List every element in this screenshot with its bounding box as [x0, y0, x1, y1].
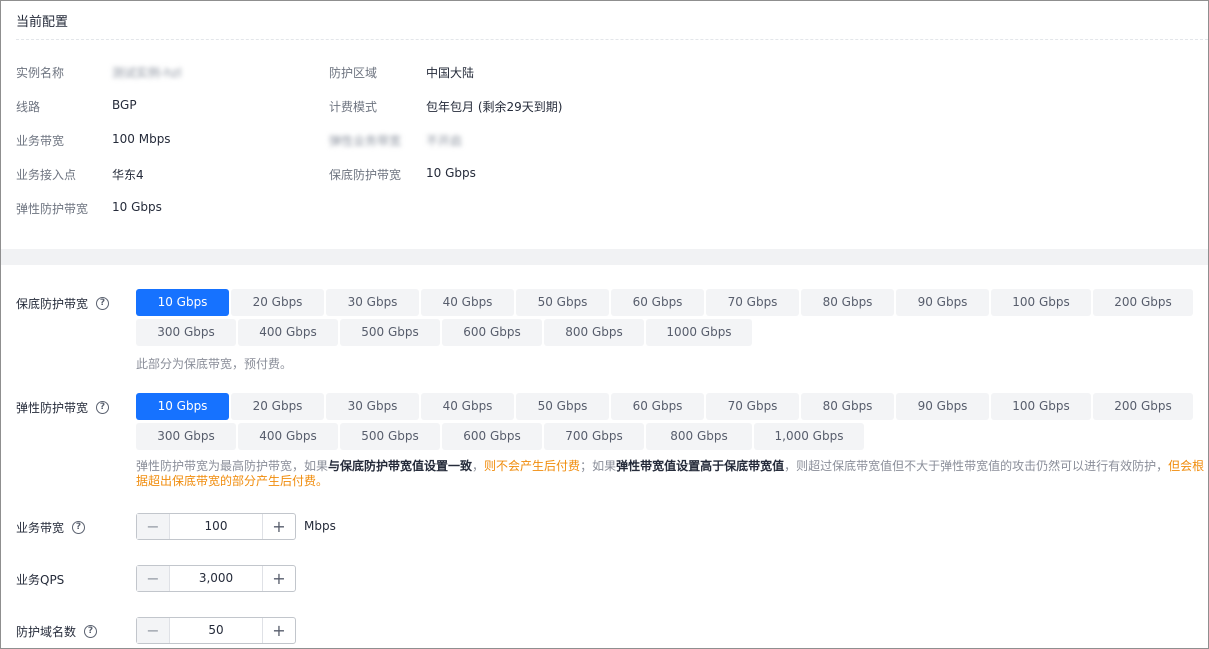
purchase-config-panel: 当前配置 实例名称 测试实例-hzl 线路 BGP 业务带宽 100 Mbps … — [0, 0, 1209, 649]
bandwidth-option[interactable]: 60 Gbps — [611, 289, 704, 316]
label-access-point: 业务接入点 — [16, 168, 77, 182]
bandwidth-option[interactable]: 1,000 Gbps — [754, 423, 864, 450]
bandwidth-option[interactable]: 300 Gbps — [136, 319, 236, 346]
bandwidth-option[interactable]: 50 Gbps — [516, 289, 609, 316]
bandwidth-option[interactable]: 500 Gbps — [340, 319, 440, 346]
value-protection-region: 中国大陆 — [426, 66, 475, 80]
base-bandwidth-label-text: 保底防护带宽 — [16, 297, 89, 311]
qps-input[interactable]: 3,000 — [170, 566, 262, 591]
bandwidth-option[interactable]: 80 Gbps — [801, 393, 894, 420]
base-bandwidth-hint: 此部分为保底带宽，预付费。 — [136, 357, 293, 371]
bandwidth-option[interactable]: 30 Gbps — [326, 289, 419, 316]
base-bandwidth-options-row1: 10 Gbps 20 Gbps 30 Gbps 40 Gbps 50 Gbps 60 Gb… — [136, 289, 1193, 316]
label-business-bandwidth: 业务带宽 — [16, 134, 65, 148]
hint-text: ，则超过保底带宽值但不大于弹性带宽值的攻击仍然可以进行有效防护， — [784, 459, 1169, 473]
bandwidth-option[interactable]: 400 Gbps — [238, 319, 338, 346]
bandwidth-option[interactable]: 600 Gbps — [442, 319, 542, 346]
business-bandwidth-label: 业务带宽 ? — [16, 519, 86, 536]
bandwidth-option[interactable]: 60 Gbps — [611, 393, 704, 420]
bandwidth-option[interactable]: 80 Gbps — [801, 289, 894, 316]
label-elastic-business-bandwidth: 弹性业务带宽 — [329, 134, 402, 148]
business-bandwidth-unit: Mbps — [304, 519, 336, 533]
label-base-bandwidth: 保底防护带宽 — [329, 168, 402, 182]
increment-button[interactable]: + — [262, 618, 295, 643]
help-icon[interactable]: ? — [84, 625, 98, 638]
business-bandwidth-label-text: 业务带宽 — [16, 521, 65, 535]
domains-input[interactable]: 50 — [170, 618, 262, 643]
bandwidth-option[interactable]: 70 Gbps — [706, 393, 799, 420]
domains-label-text: 防护域名数 — [16, 625, 77, 639]
bandwidth-option[interactable]: 400 Gbps — [238, 423, 338, 450]
bandwidth-option[interactable]: 100 Gbps — [991, 289, 1091, 316]
elastic-bandwidth-hint: 弹性防护带宽为最高防护带宽，如果与保底防护带宽值设置一致，则不会产生后付费；如果… — [136, 459, 1208, 489]
bandwidth-option[interactable]: 90 Gbps — [896, 289, 989, 316]
help-icon[interactable]: ? — [72, 521, 86, 534]
bandwidth-option[interactable]: 40 Gbps — [421, 289, 514, 316]
bandwidth-option[interactable]: 90 Gbps — [896, 393, 989, 420]
value-instance-name: 测试实例-hzl — [112, 66, 182, 80]
bandwidth-option[interactable]: 70 Gbps — [706, 289, 799, 316]
value-access-point: 华东4 — [112, 168, 144, 182]
value-elastic-business-bandwidth: 不开启 — [426, 134, 463, 148]
qps-label: 业务QPS — [16, 571, 64, 588]
elastic-bandwidth-options-row1: 10 Gbps 20 Gbps 30 Gbps 40 Gbps 50 Gbps 60 Gb… — [136, 393, 1193, 420]
value-line: BGP — [112, 98, 137, 112]
label-line: 线路 — [16, 100, 41, 114]
bandwidth-option[interactable]: 10 Gbps — [136, 393, 229, 420]
hint-text: ；如果 — [580, 459, 617, 473]
base-bandwidth-options-row2: 300 Gbps 400 Gbps 500 Gbps 600 Gbps 800 Gbps… — [136, 319, 752, 346]
hint-bold: 与保底防护带宽值设置一致 — [328, 459, 473, 473]
business-bandwidth-input[interactable]: 100 — [170, 514, 262, 539]
domains-stepper: − 50 + — [136, 617, 296, 644]
bandwidth-option[interactable]: 600 Gbps — [442, 423, 542, 450]
label-instance-name: 实例名称 — [16, 66, 65, 80]
hint-bold: 弹性带宽值设置高于保底带宽值 — [616, 459, 785, 473]
bandwidth-option[interactable]: 100 Gbps — [991, 393, 1091, 420]
label-elastic-bandwidth: 弹性防护带宽 — [16, 202, 89, 216]
base-bandwidth-label: 保底防护带宽 ? — [16, 295, 110, 312]
bandwidth-option[interactable]: 200 Gbps — [1093, 393, 1193, 420]
elastic-bandwidth-label-text: 弹性防护带宽 — [16, 401, 89, 415]
bandwidth-option[interactable]: 10 Gbps — [136, 289, 229, 316]
elastic-bandwidth-options-row2: 300 Gbps 400 Gbps 500 Gbps 600 Gbps 700 Gbps… — [136, 423, 864, 450]
qps-stepper: − 3,000 + — [136, 565, 296, 592]
decrement-button[interactable]: − — [137, 566, 170, 591]
help-icon[interactable]: ? — [96, 401, 110, 414]
bandwidth-option[interactable]: 20 Gbps — [231, 393, 324, 420]
section-title: 当前配置 — [16, 15, 69, 30]
bandwidth-option[interactable]: 20 Gbps — [231, 289, 324, 316]
value-elastic-bandwidth: 10 Gbps — [112, 200, 162, 214]
bandwidth-option[interactable]: 200 Gbps — [1093, 289, 1193, 316]
increment-button[interactable]: + — [262, 514, 295, 539]
bandwidth-option[interactable]: 800 Gbps — [544, 319, 644, 346]
bandwidth-option[interactable]: 300 Gbps — [136, 423, 236, 450]
domains-label: 防护域名数 ? — [16, 623, 98, 640]
help-icon[interactable]: ? — [96, 297, 110, 310]
decrement-button[interactable]: − — [137, 514, 170, 539]
hint-text: ， — [472, 459, 485, 473]
section-separator — [1, 249, 1208, 265]
value-business-bandwidth: 100 Mbps — [112, 132, 171, 146]
bandwidth-option[interactable]: 800 Gbps — [646, 423, 752, 450]
qps-label-text: 业务QPS — [16, 573, 65, 587]
decrement-button[interactable]: − — [137, 618, 170, 643]
label-billing-mode: 计费模式 — [329, 100, 378, 114]
bandwidth-option[interactable]: 500 Gbps — [340, 423, 440, 450]
bandwidth-option[interactable]: 30 Gbps — [326, 393, 419, 420]
value-base-bandwidth: 10 Gbps — [426, 166, 476, 180]
bandwidth-option[interactable]: 50 Gbps — [516, 393, 609, 420]
hint-text: 弹性防护带宽为最高防护带宽，如果 — [136, 459, 329, 473]
elastic-bandwidth-label: 弹性防护带宽 ? — [16, 399, 110, 416]
business-bandwidth-stepper: − 100 + — [136, 513, 296, 540]
bandwidth-option[interactable]: 1000 Gbps — [646, 319, 752, 346]
hint-warning: 则不会产生后付费 — [484, 459, 581, 473]
divider — [16, 39, 1208, 40]
bandwidth-option[interactable]: 700 Gbps — [544, 423, 644, 450]
bandwidth-option[interactable]: 40 Gbps — [421, 393, 514, 420]
increment-button[interactable]: + — [262, 566, 295, 591]
value-billing-mode: 包年包月 (剩余29天到期) — [426, 100, 563, 114]
label-protection-region: 防护区域 — [329, 66, 378, 80]
